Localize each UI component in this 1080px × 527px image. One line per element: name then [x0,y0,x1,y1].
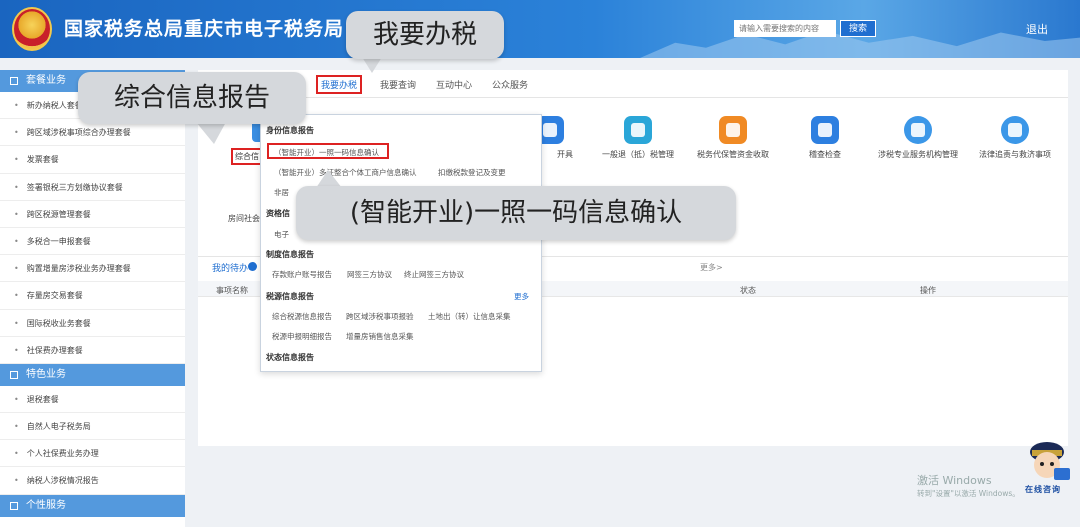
service-label: 税务代保管资金收取 [697,150,769,159]
col-status: 状态 [740,286,756,295]
service-label: 一般退（抵）税管理 [602,150,674,159]
service-comprehensive-report[interactable]: 综合信 [231,148,263,165]
sidebar-item[interactable]: 国际税收业务套餐 [0,310,185,337]
dd-section-status: 状态信息报告 [266,353,314,362]
tab-public[interactable]: 公众服务 [492,78,528,91]
site-title: 国家税务总局重庆市电子税务局 [64,18,345,40]
dd-link[interactable]: 跨区域涉税事项报验 [346,311,414,322]
dd-section-system: 制度信息报告 [266,250,314,259]
sidebar-item[interactable]: 自然人电子税务局 [0,413,185,441]
tab-interact[interactable]: 互动中心 [436,78,472,91]
callout-zhxx: 综合信息报告 [78,72,306,124]
sidebar: 套餐业务 新办纳税人套餐 跨区域涉税事项综合办理套餐 发票套餐 签署银税三方划缴… [0,70,185,527]
grid-icon [10,501,18,510]
lock-icon [1001,116,1029,144]
briefcase-icon [624,116,652,144]
tab-query[interactable]: 我要查询 [380,78,416,91]
tab-my-pending[interactable]: 我的待办 [212,261,248,274]
top-nav: 息 我要办税 我要查询 互动中心 公众服务 [198,70,1068,98]
logout-button[interactable]: 退出 [1026,21,1048,37]
dd-section-qualification: 资格信 [266,209,290,218]
dd-link[interactable]: 非居 [274,187,289,198]
dd-section-identity: 身份信息报告 [266,126,314,135]
search-button[interactable]: 搜索 [840,20,876,37]
dd-more-link[interactable]: 更多 [514,291,529,302]
handshake-icon [904,116,932,144]
grid-icon [10,77,18,85]
dd-link[interactable]: 税源申报明细报告 [272,331,332,342]
dd-link[interactable]: 电子 [274,229,289,240]
tab-wyb[interactable]: 我要办税 [316,75,363,94]
service-inspection[interactable]: 稽查检查 [785,116,865,160]
grid-icon [10,370,18,379]
dd-link[interactable]: 终止网签三方协议 [404,269,464,280]
mascot-label: 在线咨询 [1025,485,1061,494]
sidebar-item[interactable]: 发票套餐 [0,146,185,174]
search-input[interactable] [734,20,836,37]
sidebar-group-special[interactable]: 特色业务 [0,363,185,386]
mascot-icon[interactable] [1018,432,1076,490]
windows-watermark: 激活 Windows [917,474,992,487]
dd-link[interactable]: 网签三方协议 [347,269,392,280]
service-legal[interactable]: 法律追责与救济事项 [975,116,1055,160]
dd-link[interactable]: 存款账户账号报告 [272,269,332,280]
sidebar-item[interactable]: 个人社保费业务办理 [0,440,185,468]
sidebar-item[interactable]: 退税套餐 [0,386,185,414]
highlight-box [267,143,389,159]
site-header: 国家税务总局重庆市电子税务局 搜索 退出 [0,0,1080,58]
sidebar-item[interactable]: 跨区税源管理套餐 [0,201,185,228]
tax-emblem-icon [12,7,52,51]
sidebar-item[interactable]: 纳税人涉税情况报告 [0,467,185,495]
service-label: 开具 [557,150,573,159]
service-label: 涉税专业服务机构管理 [878,150,958,159]
sidebar-group-label: 个性服务 [26,499,66,511]
dd-link[interactable]: 土地出（转）让信息采集 [428,311,511,322]
dd-link[interactable]: 综合税源信息报告 [272,311,332,322]
pending-count-badge [248,262,257,271]
sidebar-item[interactable]: 签署银税三方划缴协议套餐 [0,174,185,201]
sidebar-group-personal[interactable]: 个性服务 [0,494,185,517]
col-op: 操作 [920,286,936,295]
service-custody[interactable]: 税务代保管资金收取 [693,116,773,160]
callout-yzym: (智能开业)一照一码信息确认 [296,186,736,240]
pending-more-link[interactable]: 更多> [700,262,723,273]
dd-link[interactable]: 扣缴税款登记及变更 [438,167,506,178]
callout-wyb: 我要办税 [346,11,504,59]
sidebar-item[interactable]: 社保费办理套餐 [0,337,185,364]
money-bag-icon [719,116,747,144]
sidebar-item[interactable]: 多税合一申报套餐 [0,228,185,256]
callout-tail [196,122,226,144]
sidebar-item[interactable]: 购置增量房涉税业务办理套餐 [0,255,185,283]
callout-tail [362,57,382,73]
service-label: 法律追责与救济事项 [979,150,1051,159]
shield-icon [811,116,839,144]
service-refund[interactable]: 一般退（抵）税管理 [598,116,678,160]
service-agency[interactable]: 涉税专业服务机构管理 [878,116,958,160]
windows-watermark-sub: 转到"设置"以激活 Windows。 [917,489,1020,498]
col-name: 事项名称 [216,286,248,295]
service-label: 稽查检查 [809,150,841,159]
dd-link[interactable]: 增量房销售信息采集 [346,331,414,342]
dd-link[interactable]: （智能开业）多证整合个体工商户信息确认 [274,167,417,178]
sidebar-item[interactable]: 存量房交易套餐 [0,282,185,310]
sidebar-group-label: 特色业务 [26,368,66,380]
sidebar-group-label: 套餐业务 [26,75,66,86]
dd-section-taxsource: 税源信息报告 [266,292,314,301]
